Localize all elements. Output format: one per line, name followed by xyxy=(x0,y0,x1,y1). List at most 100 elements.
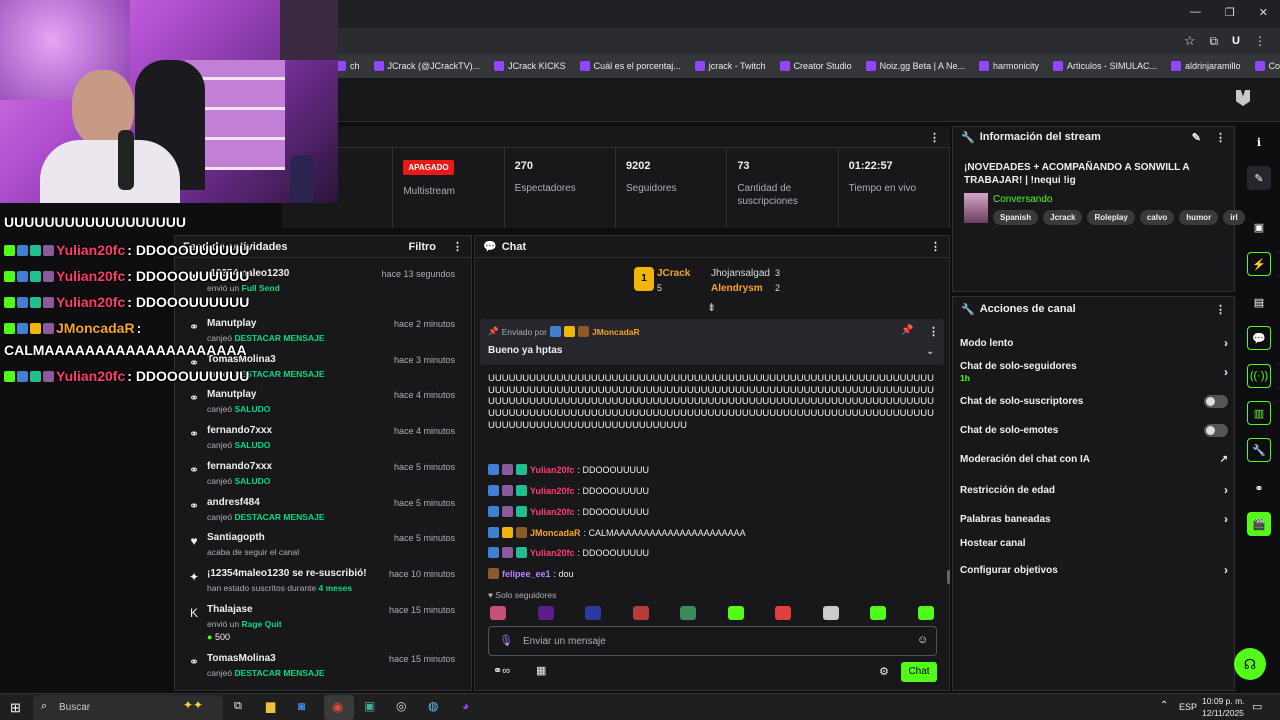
bookmark-item[interactable]: Noiz.gg Beta | A Ne... xyxy=(865,61,965,71)
activity-item[interactable]: ✦ ¡12354maleo1230 se re-suscribió! hace 10… xyxy=(175,568,465,593)
layout-icon[interactable]: ▥ xyxy=(1247,401,1271,425)
emote-icon[interactable] xyxy=(632,606,649,620)
obs-icon[interactable]: ◎ xyxy=(396,699,406,713)
channel-action-item[interactable]: Hostear canal xyxy=(960,538,1228,549)
chat-username[interactable]: JMoncadaR xyxy=(530,528,581,538)
stream-tag[interactable]: Roleplay xyxy=(1087,210,1135,225)
emote-icon[interactable] xyxy=(680,606,696,620)
toggle-switch[interactable] xyxy=(1204,395,1228,408)
chat-menu-icon[interactable]: ⋮ xyxy=(930,240,941,253)
taskbar-date[interactable]: 12/11/2025 xyxy=(1202,708,1244,718)
emote-icon[interactable] xyxy=(537,606,554,620)
activity-item[interactable]: ⚭ Manutplay hace 2 minutos canjeó DESTACAR … xyxy=(175,318,465,343)
filter-button[interactable]: Filtro xyxy=(409,241,437,253)
taskbar-time[interactable]: 10:09 p. m. xyxy=(1202,696,1245,706)
emote-icon[interactable] xyxy=(822,606,839,620)
expand-chevron-icon[interactable]: ⌄ xyxy=(926,346,934,357)
emote-icon[interactable] xyxy=(727,606,744,620)
chat-scrollbar[interactable] xyxy=(947,570,950,584)
bookmark-item[interactable]: Articulos - SIMULAC... xyxy=(1053,61,1157,71)
emote-icon[interactable] xyxy=(775,606,791,620)
microphone-icon[interactable]: 🎙 xyxy=(499,634,513,647)
broadcast-icon[interactable]: ((·)) xyxy=(1247,364,1271,388)
activity-item[interactable]: ⚭ TomasMolina3 hace 15 minutos canjeó DESTA… xyxy=(175,653,465,678)
send-chat-button[interactable]: Chat xyxy=(901,662,937,682)
profile-icon[interactable]: U xyxy=(1232,35,1240,47)
steam-icon[interactable]: ◍ xyxy=(428,699,438,713)
channel-action-item[interactable]: Palabras baneadas › xyxy=(960,512,1228,526)
points-icon[interactable]: ⚭ xyxy=(1247,476,1271,500)
bookmark-item[interactable]: harmonicity xyxy=(978,61,1039,71)
close-icon[interactable]: ✕ xyxy=(1259,6,1268,19)
channel-action-item[interactable]: Configurar objetivos › xyxy=(960,563,1228,577)
extensions-icon[interactable]: ⧉ xyxy=(1209,34,1218,49)
leader-first[interactable]: JCrack xyxy=(657,268,690,279)
activity-menu-icon[interactable]: ⋮ xyxy=(452,240,463,253)
edit-icon[interactable]: ✎ xyxy=(1247,166,1271,190)
edit-pencil-icon[interactable]: ✎ xyxy=(1192,131,1201,144)
emote-icon[interactable] xyxy=(490,606,506,620)
minimize-icon[interactable]: — xyxy=(1190,6,1201,19)
tray-chevron-icon[interactable]: ⌃ xyxy=(1160,700,1168,711)
channel-action-item[interactable]: Chat de solo-seguidores 1h › xyxy=(960,361,1228,383)
leader-second[interactable]: Jhojansalgad xyxy=(711,268,770,279)
chat-input[interactable]: 🎙 Enviar un mensaje ☺ xyxy=(488,626,937,656)
bookmark-item[interactable]: Creator Studio xyxy=(779,61,852,71)
bookmark-item[interactable]: JCrack KICKS xyxy=(494,61,566,71)
points-icon[interactable]: ⚭∞ xyxy=(493,664,510,677)
chat-username[interactable]: Yulian20fc xyxy=(530,507,575,517)
leader-third[interactable]: Alendrysm xyxy=(711,283,763,294)
unpin-icon[interactable]: 📌 xyxy=(901,325,913,336)
settings-gear-icon[interactable]: ⚙ xyxy=(879,665,889,678)
stream-info-menu-icon[interactable]: ⋮ xyxy=(1215,131,1226,144)
chat-username[interactable]: Yulian20fc xyxy=(530,465,575,475)
restore-icon[interactable]: ❐ xyxy=(1225,6,1235,19)
notes-icon[interactable]: ▤ xyxy=(1247,290,1271,314)
bookmark-item[interactable]: jcrack - Twitch xyxy=(694,61,766,71)
activity-item[interactable]: ♥ Santiagopth hace 5 minutos acaba de segui… xyxy=(175,532,465,557)
clapper-icon[interactable]: 🎬 xyxy=(1247,512,1271,536)
discord-icon[interactable]: ◕ xyxy=(462,699,469,713)
channel-action-item[interactable]: Modo lento › xyxy=(960,336,1228,350)
channel-actions-menu-icon[interactable]: ⋮ xyxy=(1215,303,1226,316)
store-icon[interactable]: ▦ xyxy=(536,664,546,677)
emote-icon[interactable] xyxy=(870,606,886,620)
channel-action-item[interactable]: Chat de solo-suscriptores xyxy=(960,395,1228,408)
start-icon[interactable]: ⊞ xyxy=(10,700,21,716)
stream-tag[interactable]: Jcrack xyxy=(1043,210,1083,225)
activity-item[interactable]: ⚭ andresf484 hace 5 minutos canjeó DESTACAR… xyxy=(175,497,465,522)
collapse-icon[interactable]: ⇟ xyxy=(707,301,716,314)
app-icon[interactable]: ▣ xyxy=(364,699,375,713)
chat-username[interactable]: felipee_ee1 xyxy=(502,569,551,579)
activity-item[interactable]: ⚭ fernando7xxx hace 4 minutos canjeó SALUDO xyxy=(175,425,465,450)
channel-action-item[interactable]: Moderación del chat con IA ↗ xyxy=(960,454,1228,465)
activity-item[interactable]: ⚭ Manutplay hace 4 minutos canjeó SALUDO xyxy=(175,389,465,414)
support-chat-icon[interactable]: ☊ xyxy=(1234,648,1266,680)
notification-icon[interactable]: ▭ xyxy=(1252,700,1262,713)
menu-icon[interactable]: ⋮ xyxy=(1254,34,1266,48)
stream-tag[interactable]: irl xyxy=(1223,210,1245,225)
chrome-taskbar-item[interactable]: ◉ xyxy=(324,695,354,720)
activity-item[interactable]: ⚭ fernando7xxx hace 5 minutos canjeó SALUDO xyxy=(175,461,465,486)
stats-menu-icon[interactable]: ⋮ xyxy=(929,131,940,144)
chat-icon[interactable]: 💬 xyxy=(1247,326,1271,350)
bookmark-item[interactable]: Cuál es el porcentaj... xyxy=(579,61,681,71)
outlook-icon[interactable]: ◙ xyxy=(298,699,305,713)
task-view-icon[interactable]: ⧉ xyxy=(234,700,242,713)
pinned-user[interactable]: JMoncadaR xyxy=(592,327,640,337)
category-thumbnail[interactable] xyxy=(964,193,988,223)
emote-icon[interactable] xyxy=(585,606,601,620)
stream-tag[interactable]: calvo xyxy=(1139,210,1175,225)
emoji-icon[interactable]: ☺ xyxy=(917,634,928,646)
chat-username[interactable]: Yulian20fc xyxy=(530,486,575,496)
activity-item[interactable]: K Thalajase hace 15 minutos envió un Rage Q… xyxy=(175,604,465,642)
language-indicator[interactable]: ESP xyxy=(1179,702,1197,712)
tools-icon[interactable]: 🔧 xyxy=(1247,438,1271,462)
toggle-switch[interactable] xyxy=(1204,424,1228,437)
quick-action-icon[interactable]: ⚡ xyxy=(1247,252,1271,276)
chat-username[interactable]: Yulian20fc xyxy=(530,548,575,558)
bookmark-item[interactable]: ch xyxy=(336,61,360,71)
emote-icon[interactable] xyxy=(917,606,934,620)
file-explorer-icon[interactable]: ▆ xyxy=(266,699,275,713)
stream-tag[interactable]: Spanish xyxy=(993,210,1039,225)
